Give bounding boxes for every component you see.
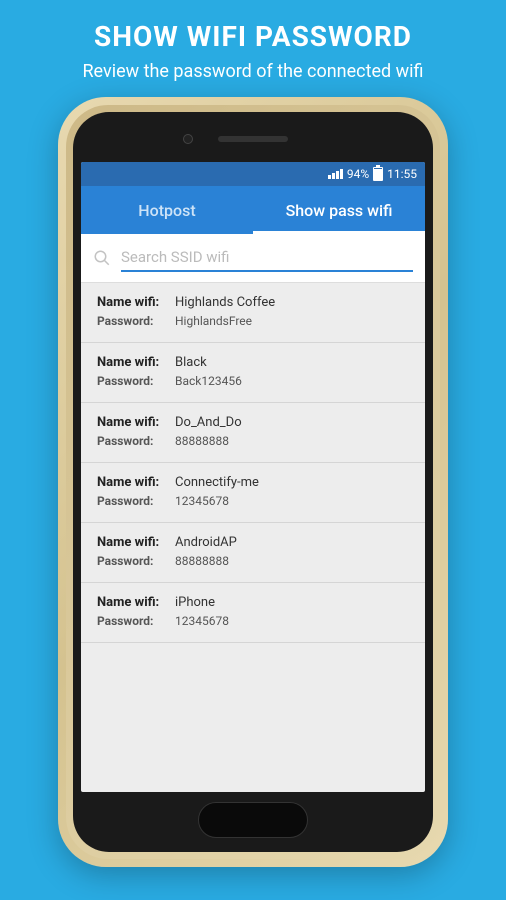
screen: 94% 11:55 Hotpost Show pass wifi <box>81 162 425 792</box>
search-icon <box>93 249 111 267</box>
signal-icon <box>328 169 343 179</box>
password-label: Password: <box>97 434 175 448</box>
promo-header: SHOW WIFI PASSWORD Review the password o… <box>0 0 506 97</box>
password-label: Password: <box>97 554 175 568</box>
search-bar <box>81 234 425 283</box>
wifi-name: iPhone <box>175 595 215 610</box>
phone-camera <box>183 134 193 144</box>
promo-title: SHOW WIFI PASSWORD <box>10 20 496 53</box>
battery-percent: 94% <box>347 167 369 181</box>
wifi-password: Back123456 <box>175 374 242 388</box>
wifi-password: 88888888 <box>175 434 229 448</box>
wifi-item[interactable]: Name wifi:Highlands CoffeePassword:Highl… <box>81 283 425 343</box>
tab-hotspot[interactable]: Hotpost <box>81 186 253 234</box>
tab-show-pass-label: Show pass wifi <box>286 201 393 220</box>
wifi-item[interactable]: Name wifi:Do_And_DoPassword:88888888 <box>81 403 425 463</box>
wifi-password: 12345678 <box>175 614 229 628</box>
password-label: Password: <box>97 314 175 328</box>
password-label: Password: <box>97 374 175 388</box>
wifi-password: 12345678 <box>175 494 229 508</box>
wifi-name: Connectify-me <box>175 475 259 490</box>
tab-hotspot-label: Hotpost <box>138 201 195 220</box>
wifi-name: Highlands Coffee <box>175 295 275 310</box>
status-bar: 94% 11:55 <box>81 162 425 186</box>
name-label: Name wifi: <box>97 355 175 370</box>
wifi-item[interactable]: Name wifi:iPhonePassword:12345678 <box>81 583 425 643</box>
clock: 11:55 <box>387 167 417 181</box>
wifi-name: Do_And_Do <box>175 415 242 430</box>
wifi-item[interactable]: Name wifi:Connectify-mePassword:12345678 <box>81 463 425 523</box>
wifi-password: 88888888 <box>175 554 229 568</box>
tab-show-pass[interactable]: Show pass wifi <box>253 186 425 234</box>
name-label: Name wifi: <box>97 295 175 310</box>
promo-subtitle: Review the password of the connected wif… <box>10 61 496 82</box>
wifi-item[interactable]: Name wifi:BlackPassword:Back123456 <box>81 343 425 403</box>
name-label: Name wifi: <box>97 415 175 430</box>
wifi-password: HighlandsFree <box>175 314 252 328</box>
search-input[interactable] <box>121 244 413 272</box>
phone-speaker <box>218 136 288 142</box>
name-label: Name wifi: <box>97 535 175 550</box>
wifi-list[interactable]: Name wifi:Highlands CoffeePassword:Highl… <box>81 283 425 643</box>
wifi-name: Black <box>175 355 207 370</box>
wifi-name: AndroidAP <box>175 535 237 550</box>
name-label: Name wifi: <box>97 475 175 490</box>
home-button[interactable] <box>198 802 308 838</box>
password-label: Password: <box>97 494 175 508</box>
tab-bar: Hotpost Show pass wifi <box>81 186 425 234</box>
phone-frame: 94% 11:55 Hotpost Show pass wifi <box>58 97 448 867</box>
password-label: Password: <box>97 614 175 628</box>
name-label: Name wifi: <box>97 595 175 610</box>
battery-icon <box>373 167 383 181</box>
wifi-item[interactable]: Name wifi:AndroidAPPassword:88888888 <box>81 523 425 583</box>
